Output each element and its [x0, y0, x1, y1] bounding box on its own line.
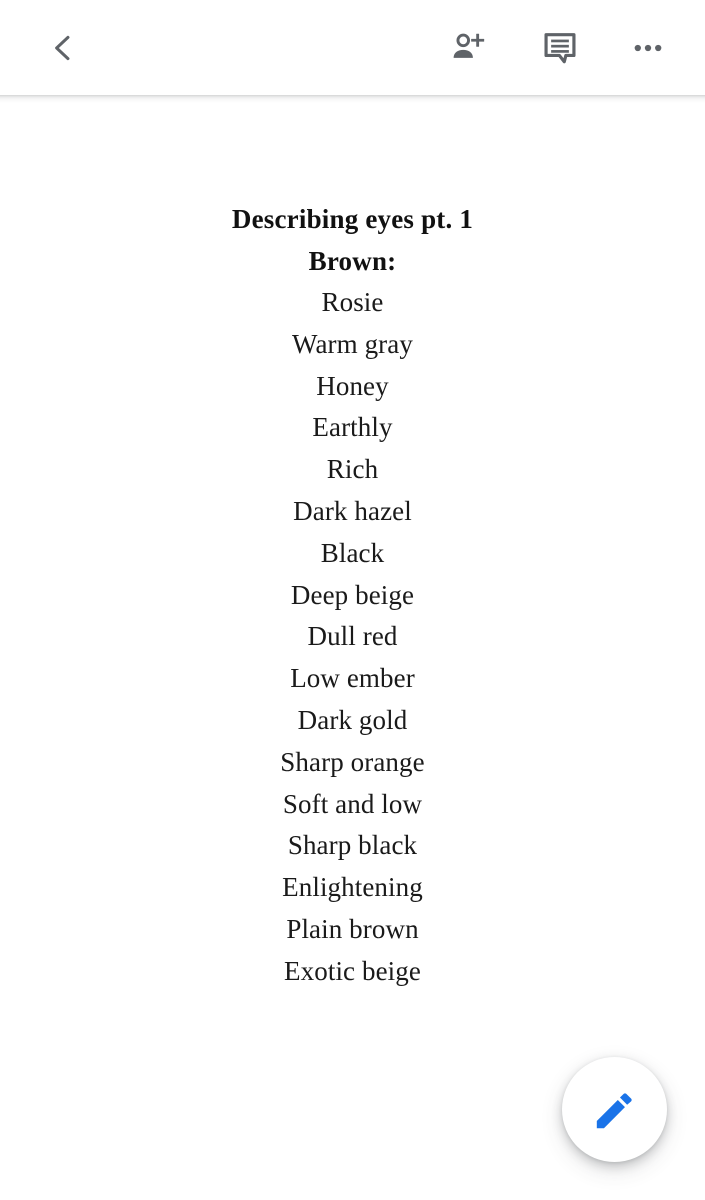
document-line: Low ember — [290, 663, 415, 694]
document-section-heading: Brown: — [308, 246, 397, 276]
document-title: Describing eyes pt. 1 — [231, 204, 474, 234]
document-line: Deep beige — [290, 579, 415, 610]
document-line: Plain brown — [286, 913, 419, 944]
top-app-bar — [0, 0, 705, 95]
document-line: Dull red — [307, 621, 398, 652]
more-options-button[interactable] — [617, 17, 679, 79]
comment-icon — [541, 29, 579, 67]
document-line: Sharp orange — [280, 746, 425, 777]
document-line: Warm gray — [292, 328, 413, 359]
edit-pencil-icon — [589, 1084, 641, 1136]
app-bar-actions-group — [437, 17, 705, 79]
document-line: Rich — [326, 454, 379, 485]
more-vert-icon — [630, 30, 666, 66]
notes-document-screen: Describing eyes pt. 1 Brown: Rosie Warm g… — [0, 0, 705, 1200]
document-line: Black — [320, 537, 385, 568]
add-people-button[interactable] — [437, 17, 499, 79]
app-bar-divider-shadow — [0, 95, 705, 103]
edit-fab-button[interactable] — [562, 1057, 667, 1162]
comments-button[interactable] — [529, 17, 591, 79]
document-line: Dark gold — [297, 704, 408, 735]
document-line-list: Rosie Warm gray Honey Earthly Rich Dark hazel… — [0, 282, 705, 993]
document-line: Sharp black — [287, 830, 418, 861]
document-line: Honey — [316, 370, 389, 401]
person-add-icon — [449, 29, 487, 67]
document-line: Exotic beige — [284, 955, 421, 986]
back-button[interactable] — [32, 17, 94, 79]
app-bar-leading-group — [0, 17, 94, 79]
document-content: Describing eyes pt. 1 Brown: Rosie Warm g… — [0, 95, 705, 993]
document-line: Earthly — [312, 412, 393, 443]
document-line: Rosie — [321, 287, 384, 317]
chevron-left-icon — [46, 31, 80, 65]
document-line: Enlightening — [282, 872, 423, 903]
document-scroll-area[interactable]: Describing eyes pt. 1 Brown: Rosie Warm g… — [0, 95, 705, 1200]
document-line: Soft and low — [282, 788, 423, 819]
document-line: Dark hazel — [293, 495, 412, 526]
